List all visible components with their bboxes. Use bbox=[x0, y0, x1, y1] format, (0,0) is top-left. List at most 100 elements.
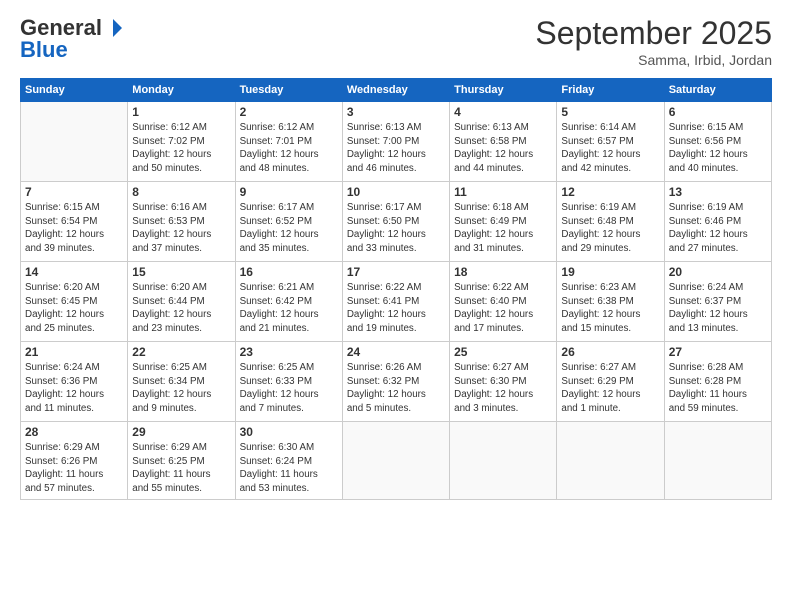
calendar-cell: 22 Sunrise: 6:25 AM Sunset: 6:34 PM Dayli… bbox=[128, 342, 235, 422]
day-info: Sunrise: 6:25 AM Sunset: 6:34 PM Dayligh… bbox=[132, 361, 230, 416]
logo-flag-icon bbox=[104, 19, 122, 37]
day-number: 22 bbox=[132, 345, 230, 359]
day-info: Sunrise: 6:22 AM Sunset: 6:41 PM Dayligh… bbox=[347, 281, 445, 336]
day-info: Sunrise: 6:17 AM Sunset: 6:52 PM Dayligh… bbox=[240, 201, 338, 256]
calendar-cell bbox=[21, 102, 128, 182]
day-info: Sunrise: 6:29 AM Sunset: 6:26 PM Dayligh… bbox=[25, 441, 123, 496]
page: General Blue September 2025 Samma, Irbid… bbox=[0, 0, 792, 612]
calendar-cell bbox=[450, 422, 557, 500]
calendar-cell: 5 Sunrise: 6:14 AM Sunset: 6:57 PM Daylig… bbox=[557, 102, 664, 182]
day-number: 14 bbox=[25, 265, 123, 279]
calendar-cell: 20Sunrise: 6:24 AM Sunset: 6:37 PM Dayli… bbox=[664, 262, 771, 342]
col-tuesday: Tuesday bbox=[235, 79, 342, 102]
day-number: 18 bbox=[454, 265, 552, 279]
month-title: September 2025 bbox=[535, 15, 772, 52]
calendar-cell bbox=[557, 422, 664, 500]
day-number: 27 bbox=[669, 345, 767, 359]
day-number: 2 bbox=[240, 105, 338, 119]
day-info: Sunrise: 6:20 AM Sunset: 6:44 PM Dayligh… bbox=[132, 281, 230, 336]
day-number: 4 bbox=[454, 105, 552, 119]
calendar-cell: 29 Sunrise: 6:29 AM Sunset: 6:25 PM Dayli… bbox=[128, 422, 235, 500]
day-info: Sunrise: 6:27 AM Sunset: 6:30 PM Dayligh… bbox=[454, 361, 552, 416]
col-sunday: Sunday bbox=[21, 79, 128, 102]
calendar-cell: 15 Sunrise: 6:20 AM Sunset: 6:44 PM Dayli… bbox=[128, 262, 235, 342]
day-number: 16 bbox=[240, 265, 338, 279]
title-section: September 2025 Samma, Irbid, Jordan bbox=[535, 15, 772, 68]
day-info: Sunrise: 6:24 AM Sunset: 6:37 PM Dayligh… bbox=[669, 281, 767, 336]
day-info: Sunrise: 6:17 AM Sunset: 6:50 PM Dayligh… bbox=[347, 201, 445, 256]
day-number: 1 bbox=[132, 105, 230, 119]
calendar-cell: 13 Sunrise: 6:19 AM Sunset: 6:46 PM Dayli… bbox=[664, 182, 771, 262]
day-info: Sunrise: 6:12 AM Sunset: 7:01 PM Dayligh… bbox=[240, 121, 338, 176]
calendar-cell: 30 Sunrise: 6:30 AM Sunset: 6:24 PM Dayli… bbox=[235, 422, 342, 500]
calendar-cell: 23Sunrise: 6:25 AM Sunset: 6:33 PM Dayli… bbox=[235, 342, 342, 422]
col-thursday: Thursday bbox=[450, 79, 557, 102]
day-info: Sunrise: 6:15 AM Sunset: 6:54 PM Dayligh… bbox=[25, 201, 123, 256]
day-number: 30 bbox=[240, 425, 338, 439]
logo: General Blue bbox=[20, 15, 122, 63]
calendar-cell: 26 Sunrise: 6:27 AM Sunset: 6:29 PM Dayli… bbox=[557, 342, 664, 422]
day-number: 11 bbox=[454, 185, 552, 199]
calendar-cell: 19 Sunrise: 6:23 AM Sunset: 6:38 PM Dayli… bbox=[557, 262, 664, 342]
day-info: Sunrise: 6:24 AM Sunset: 6:36 PM Dayligh… bbox=[25, 361, 123, 416]
day-number: 23 bbox=[240, 345, 338, 359]
day-info: Sunrise: 6:14 AM Sunset: 6:57 PM Dayligh… bbox=[561, 121, 659, 176]
logo-blue-text: Blue bbox=[20, 37, 68, 63]
calendar-cell: 24 Sunrise: 6:26 AM Sunset: 6:32 PM Dayli… bbox=[342, 342, 449, 422]
calendar-cell: 4 Sunrise: 6:13 AM Sunset: 6:58 PM Daylig… bbox=[450, 102, 557, 182]
calendar-cell: 12Sunrise: 6:19 AM Sunset: 6:48 PM Dayli… bbox=[557, 182, 664, 262]
day-info: Sunrise: 6:28 AM Sunset: 6:28 PM Dayligh… bbox=[669, 361, 767, 416]
calendar-cell: 7Sunrise: 6:15 AM Sunset: 6:54 PM Daylig… bbox=[21, 182, 128, 262]
day-number: 13 bbox=[669, 185, 767, 199]
calendar-cell: 28 Sunrise: 6:29 AM Sunset: 6:26 PM Dayli… bbox=[21, 422, 128, 500]
day-info: Sunrise: 6:26 AM Sunset: 6:32 PM Dayligh… bbox=[347, 361, 445, 416]
day-info: Sunrise: 6:19 AM Sunset: 6:46 PM Dayligh… bbox=[669, 201, 767, 256]
day-info: Sunrise: 6:29 AM Sunset: 6:25 PM Dayligh… bbox=[132, 441, 230, 496]
calendar-week-row-4: 21 Sunrise: 6:24 AM Sunset: 6:36 PM Dayli… bbox=[21, 342, 772, 422]
calendar-cell: 18 Sunrise: 6:22 AM Sunset: 6:40 PM Dayli… bbox=[450, 262, 557, 342]
calendar-cell: 27 Sunrise: 6:28 AM Sunset: 6:28 PM Dayli… bbox=[664, 342, 771, 422]
day-number: 19 bbox=[561, 265, 659, 279]
calendar-week-row-3: 14Sunrise: 6:20 AM Sunset: 6:45 PM Dayli… bbox=[21, 262, 772, 342]
day-number: 29 bbox=[132, 425, 230, 439]
day-number: 8 bbox=[132, 185, 230, 199]
day-info: Sunrise: 6:30 AM Sunset: 6:24 PM Dayligh… bbox=[240, 441, 338, 496]
col-monday: Monday bbox=[128, 79, 235, 102]
day-number: 26 bbox=[561, 345, 659, 359]
day-number: 25 bbox=[454, 345, 552, 359]
day-number: 17 bbox=[347, 265, 445, 279]
calendar-week-row-5: 28 Sunrise: 6:29 AM Sunset: 6:26 PM Dayli… bbox=[21, 422, 772, 500]
day-number: 5 bbox=[561, 105, 659, 119]
calendar-cell: 17 Sunrise: 6:22 AM Sunset: 6:41 PM Dayli… bbox=[342, 262, 449, 342]
calendar-cell bbox=[664, 422, 771, 500]
day-number: 28 bbox=[25, 425, 123, 439]
calendar-cell: 21 Sunrise: 6:24 AM Sunset: 6:36 PM Dayli… bbox=[21, 342, 128, 422]
day-number: 12 bbox=[561, 185, 659, 199]
col-wednesday: Wednesday bbox=[342, 79, 449, 102]
day-info: Sunrise: 6:15 AM Sunset: 6:56 PM Dayligh… bbox=[669, 121, 767, 176]
location-subtitle: Samma, Irbid, Jordan bbox=[535, 52, 772, 68]
day-number: 15 bbox=[132, 265, 230, 279]
day-info: Sunrise: 6:13 AM Sunset: 6:58 PM Dayligh… bbox=[454, 121, 552, 176]
calendar-cell: 1 Sunrise: 6:12 AM Sunset: 7:02 PM Daylig… bbox=[128, 102, 235, 182]
calendar-week-row-2: 7Sunrise: 6:15 AM Sunset: 6:54 PM Daylig… bbox=[21, 182, 772, 262]
day-info: Sunrise: 6:13 AM Sunset: 7:00 PM Dayligh… bbox=[347, 121, 445, 176]
day-info: Sunrise: 6:12 AM Sunset: 7:02 PM Dayligh… bbox=[132, 121, 230, 176]
day-number: 21 bbox=[25, 345, 123, 359]
day-number: 6 bbox=[669, 105, 767, 119]
day-number: 10 bbox=[347, 185, 445, 199]
day-info: Sunrise: 6:16 AM Sunset: 6:53 PM Dayligh… bbox=[132, 201, 230, 256]
day-info: Sunrise: 6:21 AM Sunset: 6:42 PM Dayligh… bbox=[240, 281, 338, 336]
day-number: 3 bbox=[347, 105, 445, 119]
calendar-cell: 25 Sunrise: 6:27 AM Sunset: 6:30 PM Dayli… bbox=[450, 342, 557, 422]
calendar-header-row: Sunday Monday Tuesday Wednesday Thursday… bbox=[21, 79, 772, 102]
day-info: Sunrise: 6:23 AM Sunset: 6:38 PM Dayligh… bbox=[561, 281, 659, 336]
day-number: 24 bbox=[347, 345, 445, 359]
calendar-table: Sunday Monday Tuesday Wednesday Thursday… bbox=[20, 78, 772, 500]
calendar-cell: 11 Sunrise: 6:18 AM Sunset: 6:49 PM Dayli… bbox=[450, 182, 557, 262]
calendar-week-row-1: 1 Sunrise: 6:12 AM Sunset: 7:02 PM Daylig… bbox=[21, 102, 772, 182]
day-info: Sunrise: 6:22 AM Sunset: 6:40 PM Dayligh… bbox=[454, 281, 552, 336]
day-info: Sunrise: 6:18 AM Sunset: 6:49 PM Dayligh… bbox=[454, 201, 552, 256]
day-info: Sunrise: 6:27 AM Sunset: 6:29 PM Dayligh… bbox=[561, 361, 659, 416]
calendar-cell: 3 Sunrise: 6:13 AM Sunset: 7:00 PM Daylig… bbox=[342, 102, 449, 182]
